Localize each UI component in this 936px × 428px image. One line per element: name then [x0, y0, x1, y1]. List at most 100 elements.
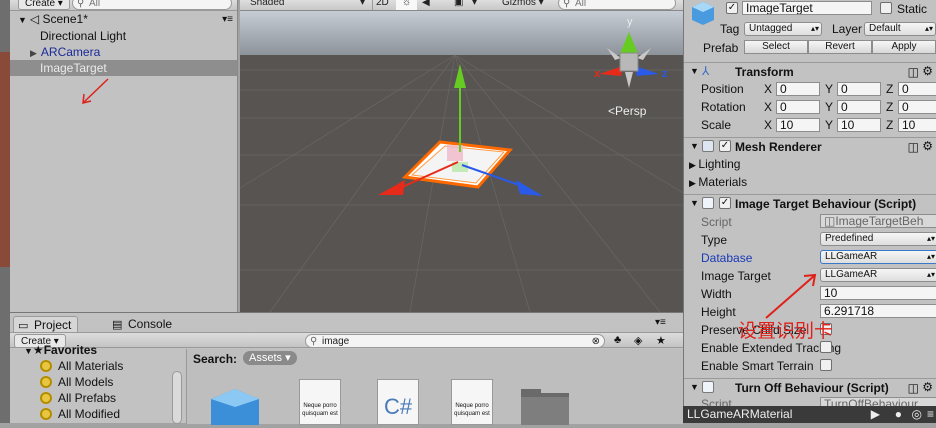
image-target-behaviour-header[interactable]: ▼ ✓ Image Target Behaviour (Script) [684, 194, 936, 212]
toggle-2d-button[interactable]: 2D [372, 0, 389, 10]
hierarchy-toolbar: Create ▾ ⚲ All [10, 0, 237, 11]
preview-menu-icon[interactable]: ≡ [927, 406, 934, 423]
component-help-icon[interactable]: ◫ [908, 140, 919, 154]
behaviour-enabled-checkbox[interactable]: ✓ [719, 197, 731, 209]
shading-dropdown-arrow-icon[interactable]: ▾ [360, 0, 365, 10]
script-reference-field[interactable]: ◫ImageTargetBeh [820, 214, 936, 228]
component-gear-icon[interactable]: ⚙ [922, 139, 933, 153]
mesh-renderer-header[interactable]: ▼ ✓ Mesh Renderer ◫ ⚙ [684, 137, 936, 155]
hierarchy-item-imagetarget[interactable]: ImageTarget [10, 60, 237, 76]
rotation-y-field[interactable]: 0 [837, 100, 881, 114]
asset-tile-document-2[interactable]: Neque porro quisquam est [451, 379, 493, 425]
field-value: 0 [780, 100, 787, 114]
height-field[interactable]: 6.291718 [820, 304, 936, 318]
favorite-all-models[interactable]: All Models [40, 374, 113, 390]
scene-header[interactable]: ▼ ◁ Scene1* ▾≡ [10, 11, 237, 28]
persp-label[interactable]: <Persp [608, 104, 646, 118]
audio-toggle-icon[interactable]: ◀ [422, 0, 430, 10]
asset-tile-csharp-script[interactable]: C# [377, 379, 419, 425]
scene-view[interactable]: y x z <Persp Shaded ▾ 2D ☼ ◀ ▣ ▾ Gizmos … [240, 0, 683, 312]
component-gear-icon[interactable]: ⚙ [922, 380, 933, 394]
preview-light-icon[interactable]: ◎ [912, 406, 922, 423]
hierarchy-search-input[interactable]: ⚲ All [72, 0, 232, 10]
position-y-field[interactable]: 0 [837, 82, 881, 96]
smart-terrain-checkbox[interactable] [820, 359, 832, 371]
materials-foldout[interactable]: ▶ Materials [689, 175, 747, 189]
object-name-input[interactable]: ImageTarget [742, 1, 872, 15]
collapsed-arrow-icon[interactable]: ▶ [689, 178, 698, 188]
favorite-star-icon[interactable]: ★ [656, 334, 666, 347]
turn-off-behaviour-header[interactable]: ▼ Turn Off Behaviour (Script) ◫ ⚙ [684, 378, 936, 396]
width-field[interactable]: 10 [820, 286, 936, 300]
prefab-label: Prefab [703, 41, 739, 55]
component-help-icon[interactable]: ◫ [908, 65, 919, 79]
favorite-all-prefabs[interactable]: All Prefabs [40, 390, 116, 406]
collapsed-arrow-icon[interactable]: ▶ [689, 160, 698, 170]
expand-arrow-icon[interactable]: ▼ [690, 382, 699, 392]
hierarchy-item-directional-light[interactable]: Directional Light [10, 28, 237, 44]
panel-menu-icon[interactable]: ▾≡ [655, 317, 666, 328]
gizmo-z-label: z [662, 68, 668, 80]
preview-sphere-icon[interactable]: ● [895, 406, 902, 423]
effects-toggle-icon[interactable]: ▣ [454, 0, 463, 10]
favorite-all-modified[interactable]: All Modified [40, 406, 120, 422]
preview-bar[interactable]: LLGameARMaterial ▶ ● ◎ ≡ [683, 406, 936, 423]
expand-arrow-icon[interactable]: ▼ [24, 346, 33, 356]
csharp-script-icon: C# [383, 394, 413, 419]
doc-text-line: quisquam est [454, 411, 490, 417]
gizmos-dropdown[interactable]: Gizmos ▾ [502, 0, 544, 10]
asset-tile-folder[interactable] [521, 387, 569, 425]
hierarchy-item-arcamera[interactable]: ▶ ARCamera [10, 44, 237, 60]
position-x-field[interactable]: 0 [776, 82, 820, 96]
collapsed-arrow-icon[interactable]: ▶ [30, 48, 37, 58]
position-z-field[interactable]: 0 [898, 82, 936, 96]
scale-y-field[interactable]: 10 [837, 118, 881, 132]
hierarchy-create-button[interactable]: Create ▾ [18, 0, 70, 10]
lighting-foldout[interactable]: ▶ Lighting [689, 157, 740, 171]
expand-arrow-icon[interactable]: ▼ [690, 66, 699, 76]
asset-tile-document-1[interactable]: Neque porro quisquam est [299, 379, 341, 425]
scene-viewport[interactable] [240, 0, 683, 312]
active-checkbox[interactable]: ✓ [726, 2, 738, 14]
mesh-renderer-enabled-checkbox[interactable]: ✓ [719, 140, 731, 152]
scene-search-input[interactable]: ⚲ All [558, 0, 676, 10]
shading-mode-dropdown[interactable]: Shaded [250, 0, 284, 10]
tag-dropdown[interactable]: Untagged ▴▾ [744, 22, 822, 36]
project-search-input[interactable]: ⚲ image ⊗ [305, 334, 605, 348]
effects-dropdown-arrow-icon[interactable]: ▾ [472, 0, 477, 10]
favorites-header[interactable]: ▼★Favorites [24, 343, 97, 357]
asset-tile-cube[interactable] [207, 385, 263, 425]
clear-search-icon[interactable]: ⊗ [592, 335, 600, 348]
prefab-revert-button[interactable]: Revert [808, 40, 872, 54]
scene-lighting-icon[interactable]: ☼ [396, 0, 418, 10]
favorite-all-materials[interactable]: All Materials [40, 358, 123, 374]
expand-arrow-icon[interactable]: ▼ [690, 141, 699, 151]
scene-menu-icon[interactable]: ▾≡ [222, 11, 233, 28]
x-axis-label: X [764, 100, 773, 114]
static-checkbox[interactable] [880, 2, 892, 14]
prefab-apply-button[interactable]: Apply [872, 40, 936, 54]
filter-by-type-icon[interactable]: ♣ [614, 334, 621, 346]
component-gear-icon[interactable]: ⚙ [922, 64, 933, 78]
project-panel: ▭ Project ▤ Console ▾≡ Create ▾ ⚲ image ⊗ ♣ … [10, 312, 683, 425]
image-target-dropdown[interactable]: LLGameAR ▴▾ [820, 268, 936, 282]
component-help-icon[interactable]: ◫ [908, 381, 919, 395]
scale-x-field[interactable]: 10 [776, 118, 820, 132]
expand-arrow-icon[interactable]: ▼ [18, 15, 27, 25]
rotation-x-field[interactable]: 0 [776, 100, 820, 114]
transform-header[interactable]: ▼ ⅄ Transform ◫ ⚙ [684, 62, 936, 80]
prefab-select-button[interactable]: Select [744, 40, 808, 54]
favorite-label: All Models [58, 375, 114, 389]
type-dropdown[interactable]: Predefined ▴▾ [820, 232, 936, 246]
tab-project[interactable]: ▭ Project [13, 316, 79, 332]
sidebar-scrollbar[interactable] [172, 371, 182, 424]
filter-by-label-icon[interactable]: ◈ [634, 334, 642, 347]
database-dropdown[interactable]: LLGameAR ▴▾ [820, 250, 936, 264]
expand-arrow-icon[interactable]: ▼ [690, 198, 699, 208]
rotation-z-field[interactable]: 0 [898, 100, 936, 114]
layer-dropdown[interactable]: Default ▴▾ [864, 22, 936, 36]
play-preview-icon[interactable]: ▶ [871, 406, 880, 423]
search-scope-assets-button[interactable]: Assets ▾ [243, 351, 297, 365]
scale-z-field[interactable]: 10 [898, 118, 936, 132]
tab-console[interactable]: ▤ Console [108, 316, 178, 332]
